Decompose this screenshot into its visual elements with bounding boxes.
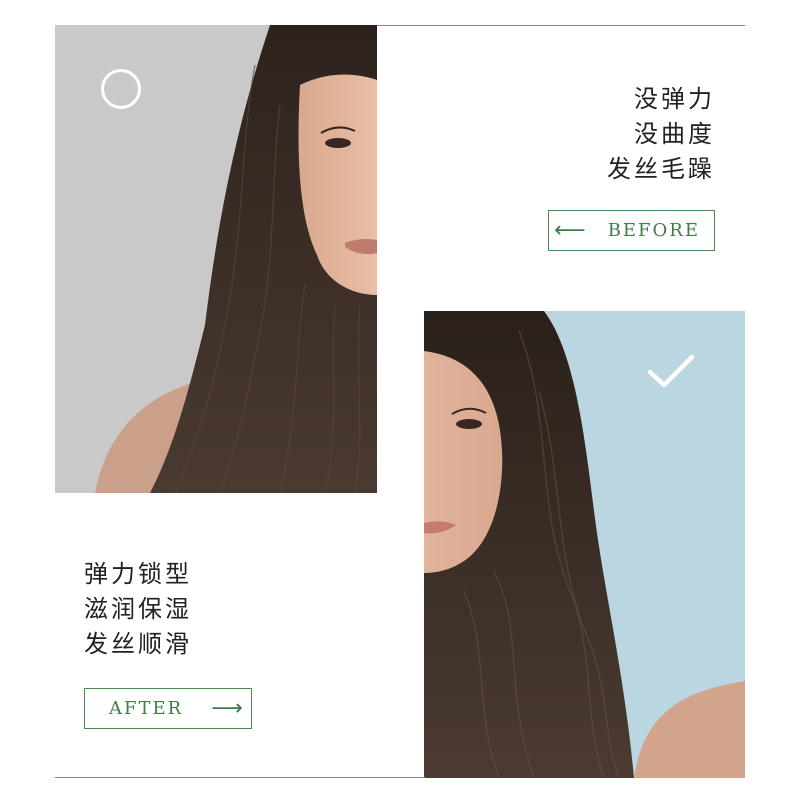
after-tag-label: AFTER <box>109 698 184 719</box>
arrow-right-icon: ⟶ <box>211 696 243 721</box>
before-line-1: 没弹力 <box>634 85 715 113</box>
after-line-2: 滋润保湿 <box>84 595 192 623</box>
after-photo <box>424 311 745 778</box>
after-tag: AFTER ⟶ <box>84 688 252 729</box>
circle-icon <box>101 69 141 109</box>
after-description: 弹力锁型 滋润保湿 发丝顺滑 <box>84 557 192 662</box>
before-tag-label: BEFORE <box>607 220 700 241</box>
after-line-1: 弹力锁型 <box>84 560 192 588</box>
top-divider <box>376 25 745 26</box>
before-description: 没弹力 没曲度 发丝毛躁 <box>607 82 715 187</box>
arrow-left-icon: ⟵ <box>554 218 586 243</box>
before-photo <box>55 25 377 493</box>
bottom-divider <box>55 777 425 778</box>
after-hair-illustration <box>424 311 745 778</box>
check-icon <box>647 354 695 388</box>
before-line-2: 没曲度 <box>634 120 715 148</box>
after-line-3: 发丝顺滑 <box>84 630 192 658</box>
before-line-3: 发丝毛躁 <box>607 155 715 183</box>
before-tag: ⟵ BEFORE <box>548 210 715 251</box>
